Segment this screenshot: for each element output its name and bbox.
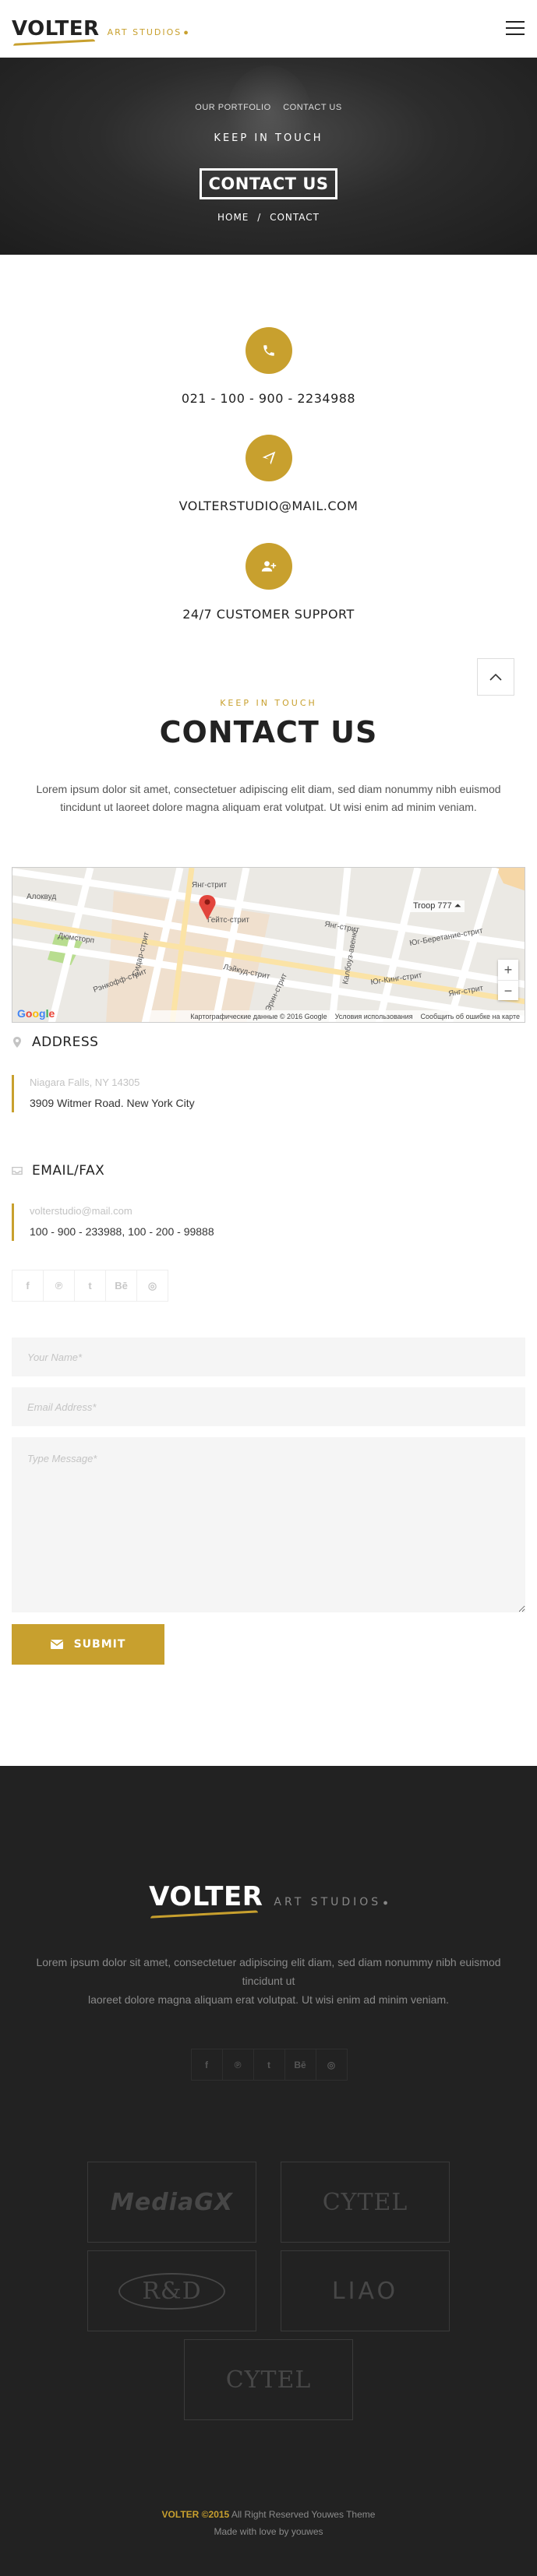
footer-logo-dot: ● [383,1898,388,1908]
footer-social-links: f ℗ t Bē ◎ [0,2049,537,2081]
address-heading: ADDRESS [12,1034,98,1050]
behance-icon[interactable]: Bē [105,1270,137,1302]
site-header: VOLTER ART STUDIOS ● [0,0,537,58]
copyright-brand: VOLTER [161,2509,200,2520]
name-input[interactable] [12,1337,525,1376]
info-support: 24/7 CUSTOMER SUPPORT [0,543,537,622]
submit-button[interactable]: SUBMIT [12,1624,164,1665]
hero-top-breadcrumb: OUR PORTFOLIO CONTACT US [0,103,537,112]
envelope-icon [50,1640,63,1649]
copyright-text: All Right Reserved Youwes Theme [231,2509,376,2520]
address-line-2: 3909 Witmer Road. New York City [30,1097,195,1109]
map-zoom-in-button[interactable]: + [498,960,518,980]
facebook-icon[interactable]: f [12,1270,44,1302]
map-tiles: Алоквуд Дюмсторп Рэнкофф-стрит Сидар-стр… [12,868,525,1022]
section-title: CONTACT US [159,715,378,749]
footer-description: Lorem ipsum dolor sit amet, consectetuer… [16,1953,521,2009]
pinterest-icon[interactable]: ℗ [221,2049,254,2081]
brand-logo-rd[interactable]: R&D [87,2250,256,2331]
brand-name: R&D [118,2272,225,2310]
message-textarea[interactable] [12,1437,525,1612]
footer-logo-sub: ART STUDIOS [274,1896,382,1908]
email-fax-title: EMAIL/FAX [32,1163,105,1179]
scroll-top-button[interactable] [477,658,514,696]
brand-logo-cytel[interactable]: CYTEL [281,2162,450,2243]
map-attribution-bar: Картографические данные © 2016 Google Ус… [145,1010,525,1022]
breadcrumb-link-portfolio[interactable]: OUR PORTFOLIO [195,103,270,112]
google-logo[interactable]: Google [17,1007,55,1020]
google-map[interactable]: Алоквуд Дюмсторп Рэнкофф-стрит Сидар-стр… [12,867,525,1023]
svg-text:Янг-стрит: Янг-стрит [192,881,227,890]
twitter-icon[interactable]: t [74,1270,106,1302]
map-zoom-out-button[interactable]: − [498,980,518,1000]
hero-title: CONTACT US [200,168,337,199]
site-footer: VOLTER ART STUDIOS ● Lorem ipsum dolor s… [0,1766,537,2576]
email-input[interactable] [12,1387,525,1426]
user-plus-icon [245,543,292,590]
page-hero: OUR PORTFOLIO CONTACT US KEEP IN TOUCH C… [0,58,537,255]
footer-logo[interactable]: VOLTER ART STUDIOS ● [0,1881,537,1912]
footer-description-line-2: laoreet dolore magna aliquam erat volutp… [88,1993,449,2006]
footer-description-line-1: Lorem ipsum dolor sit amet, consectetuer… [36,1956,501,1987]
phone-icon [245,327,292,374]
made-with-text: Made with love by youwes [214,2526,323,2537]
brand-name: LIAO [331,2277,399,2305]
breadcrumb-current: CONTACT [270,212,320,223]
inbox-icon [12,1165,23,1176]
submit-label: SUBMIT [73,1638,126,1651]
info-phone: 021 - 100 - 900 - 2234988 [0,327,537,406]
dribbble-icon[interactable]: ◎ [136,1270,168,1302]
twitter-icon[interactable]: t [253,2049,285,2081]
hero-background-emblem [226,65,312,167]
address-body: Niagara Falls, NY 14305 3909 Witmer Road… [12,1075,195,1112]
logo[interactable]: VOLTER ART STUDIOS ● [12,17,189,41]
map-terms-link[interactable]: Условия использования [335,1013,413,1020]
page: VOLTER ART STUDIOS ● OUR PORTFOLIO CONTA… [0,0,537,2576]
svg-text:Алоквуд: Алоквуд [26,893,56,901]
logo-dot: ● [183,28,189,37]
map-place-label[interactable]: Troop 777 ⏶ [410,900,465,912]
footer-logo-main: VOLTER [149,1881,263,1912]
behance-icon[interactable]: Bē [284,2049,316,2081]
fax-line: 100 - 900 - 233988, 100 - 200 - 99888 [30,1225,214,1238]
hero-subtitle: KEEP IN TOUCH [214,132,323,144]
section-description: Lorem ipsum dolor sit amet, consectetuer… [36,783,501,813]
logo-main-text: VOLTER [12,17,100,41]
pinterest-icon[interactable]: ℗ [43,1270,75,1302]
paper-plane-icon [245,435,292,481]
address-line-1: Niagara Falls, NY 14305 [30,1077,140,1088]
brand-name: MediaGX [111,2188,233,2216]
info-support-text: 24/7 CUSTOMER SUPPORT [182,607,355,622]
dribbble-icon[interactable]: ◎ [315,2049,348,2081]
address-title: ADDRESS [32,1034,99,1050]
brand-name: CYTEL [322,2188,408,2216]
section-kicker: KEEP IN TOUCH [220,698,317,708]
info-phone-text: 021 - 100 - 900 - 2234988 [181,391,356,406]
copyright-year: ©2015 [201,2509,230,2520]
breadcrumb-home[interactable]: HOME [217,212,249,223]
hamburger-icon[interactable] [506,21,525,35]
breadcrumb-link-contact[interactable]: CONTACT US [283,103,342,112]
email-fax-body: volterstudio@mail.com 100 - 900 - 233988… [12,1203,214,1241]
map-report-link[interactable]: Сообщить об ошибке на карте [421,1013,520,1020]
brand-logo-liao[interactable]: LIAO [281,2250,450,2331]
breadcrumb: HOME / CONTACT [0,212,537,223]
facebook-icon[interactable]: f [190,2049,223,2081]
svg-text:Гейтс-стрит: Гейтс-стрит [207,916,249,925]
brand-logo-cytel-2[interactable]: CYTEL [184,2339,353,2420]
map-pin-icon [12,1037,23,1048]
chevron-up-icon [489,673,502,681]
info-email-text[interactable]: VOLTERSTUDIO@MAIL.COM [0,499,537,513]
map-attribution: Картографические данные © 2016 Google [190,1012,327,1020]
email-fax-heading: EMAIL/FAX [12,1163,104,1179]
social-links: f ℗ t Bē ◎ [12,1270,168,1302]
logo-sub-text: ART STUDIOS [107,27,182,37]
brand-name: CYTEL [225,2366,312,2394]
email-line[interactable]: volterstudio@mail.com [30,1203,214,1219]
copyright: VOLTER ©2015 All Right Reserved Youwes T… [0,2506,537,2540]
brand-logo-mediagx[interactable]: MediaGX [87,2162,256,2243]
map-zoom-controls: + − [498,960,518,1000]
info-email: VOLTERSTUDIO@MAIL.COM [0,435,537,513]
breadcrumb-separator: / [257,212,262,223]
